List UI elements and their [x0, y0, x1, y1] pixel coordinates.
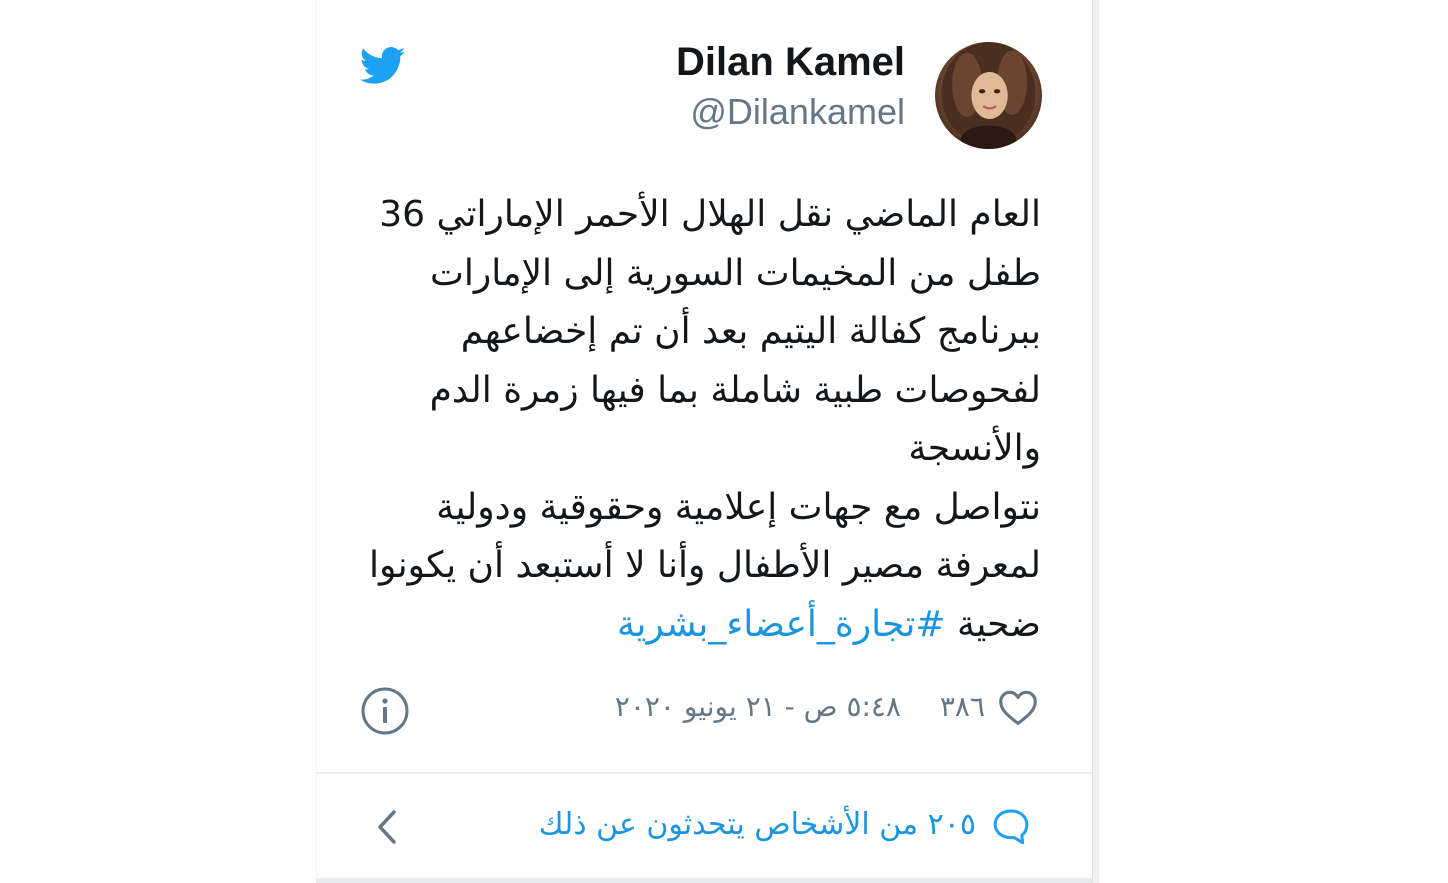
tweet-line-last: ضحية #تجارة_أعضاء_بشرية	[361, 596, 1041, 655]
avatar[interactable]	[935, 42, 1042, 149]
card-left-edge	[316, 0, 317, 883]
tweet-text: العام الماضي نقل الهلال الأحمر الإماراتي…	[361, 186, 1041, 654]
tweet-line: والأنسجة	[908, 428, 1041, 469]
tweet-timestamp[interactable]: ٥:٤٨ ص - ٢١ يونيو ٢٠٢٠	[615, 690, 901, 723]
divider	[316, 772, 1092, 774]
info-icon[interactable]	[360, 686, 410, 736]
avatar-image	[941, 42, 1036, 149]
tweet-line: نتواصل مع جهات إعلامية وحقوقية ودولية	[436, 486, 1041, 528]
author-name[interactable]: Dilan Kamel	[676, 40, 905, 85]
tweet-line: ببرنامج كفالة اليتيم بعد أن تم إخضاعهم	[460, 311, 1041, 352]
author-handle[interactable]: @Dilankamel	[690, 91, 905, 133]
hashtag-link[interactable]: #تجارة_أعضاء_بشرية	[617, 604, 946, 645]
twitter-bird-icon[interactable]	[360, 46, 406, 86]
tweet-line-prefix: ضحية	[945, 603, 1041, 645]
card-bottom-edge	[316, 878, 1092, 883]
chevron-left-icon[interactable]	[374, 808, 400, 846]
card-right-edge	[1092, 0, 1099, 883]
like-count[interactable]: ٣٨٦	[940, 690, 985, 723]
conversation-link[interactable]: ٢٠٥ من الأشخاص يتحدثون عن ذلك	[539, 807, 976, 842]
heart-icon[interactable]	[997, 688, 1039, 726]
tweet-line: لفحوصات طبية شاملة بما فيها زمرة الدم	[429, 369, 1041, 411]
tweet-line: العام الماضي نقل الهلال الأحمر الإماراتي…	[379, 194, 1041, 235]
tweet-line: لمعرفة مصير الأطفال وأنا لا أستبعد أن يك…	[369, 545, 1041, 586]
speech-bubble-icon[interactable]	[990, 806, 1032, 846]
tweet-line: طفل من المخيمات السورية إلى الإمارات	[429, 252, 1041, 294]
